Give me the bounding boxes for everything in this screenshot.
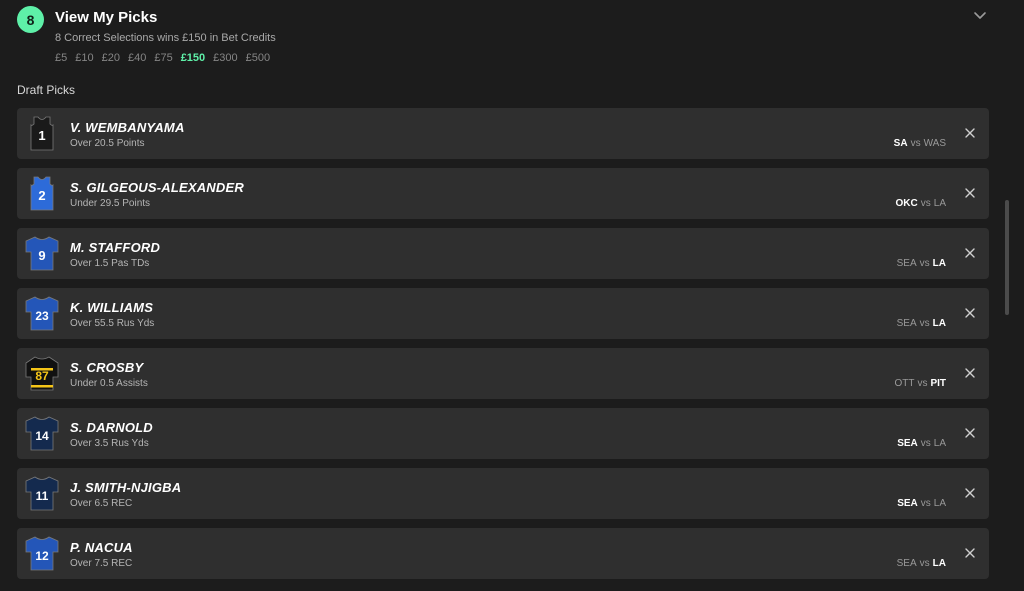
svg-text:12: 12 — [35, 549, 49, 563]
chevron-down-icon[interactable] — [972, 7, 988, 23]
svg-text:9: 9 — [38, 248, 45, 263]
home-team: SEA — [896, 558, 917, 569]
pick-card[interactable]: 11 J. SMITH-NJIGBA Over 6.5 REC SEA vs LA — [17, 468, 989, 519]
player-name: S. CROSBY — [70, 360, 144, 375]
pick-market: Over 3.5 Rus Yds — [70, 438, 149, 449]
svg-text:11: 11 — [36, 489, 49, 503]
matchup: SEA vs LA — [897, 438, 946, 449]
stake-option[interactable]: £5 — [55, 52, 67, 64]
football-jersey-icon: 9 — [25, 236, 59, 271]
away-team: WAS — [923, 138, 946, 149]
svg-text:87: 87 — [35, 369, 49, 383]
vs-label: vs — [919, 558, 930, 569]
stake-option[interactable]: £150 — [181, 52, 205, 64]
away-team: LA — [932, 318, 946, 329]
stake-option[interactable]: £300 — [213, 52, 237, 64]
player-name: V. WEMBANYAMA — [70, 120, 185, 135]
picks-header[interactable]: 8 View My Picks 8 Correct Selections win… — [0, 0, 1024, 76]
close-icon[interactable] — [964, 247, 976, 259]
home-team: OTT — [894, 378, 915, 389]
section-title-draft-picks: Draft Picks — [17, 83, 76, 97]
away-team: LA — [933, 198, 946, 209]
header-subtitle: 8 Correct Selections wins £150 in Bet Cr… — [55, 32, 276, 44]
pick-market: Under 29.5 Points — [70, 198, 151, 209]
svg-text:14: 14 — [35, 429, 49, 443]
close-icon[interactable] — [964, 307, 976, 319]
header-title: View My Picks — [55, 9, 158, 26]
away-team: LA — [933, 438, 946, 449]
pick-card[interactable]: 1 V. WEMBANYAMA Over 20.5 Points SA vs WAS — [17, 108, 989, 159]
matchup: SEA vs LA — [897, 558, 946, 569]
away-team: LA — [932, 558, 946, 569]
svg-text:2: 2 — [38, 188, 45, 203]
pick-list: 1 V. WEMBANYAMA Over 20.5 Points SA vs WAS 2 S.… — [17, 108, 989, 588]
home-team: SA — [893, 138, 908, 149]
pick-market: Over 7.5 REC — [70, 558, 133, 569]
football-jersey-icon: 14 — [25, 416, 59, 451]
vs-label: vs — [920, 498, 931, 509]
pick-market: Over 20.5 Points — [70, 138, 145, 149]
home-team: SEA — [896, 258, 917, 269]
stake-option[interactable]: £20 — [102, 52, 120, 64]
pick-count-badge: 8 — [17, 6, 44, 33]
pick-card[interactable]: 14 S. DARNOLD Over 3.5 Rus Yds SEA vs LA — [17, 408, 989, 459]
matchup: SEA vs LA — [897, 318, 946, 329]
pick-market: Over 6.5 REC — [70, 498, 133, 509]
pick-card[interactable]: 9 M. STAFFORD Over 1.5 Pas TDs SEA vs LA — [17, 228, 989, 279]
player-name: M. STAFFORD — [70, 240, 161, 255]
home-team: OKC — [895, 198, 918, 209]
close-icon[interactable] — [964, 127, 976, 139]
player-name: J. SMITH-NJIGBA — [70, 480, 182, 495]
vs-label: vs — [919, 318, 930, 329]
vs-label: vs — [920, 438, 931, 449]
away-team: LA — [933, 498, 946, 509]
pick-market: Under 0.5 Assists — [70, 378, 148, 389]
stake-option[interactable]: £500 — [246, 52, 270, 64]
basketball-jersey-icon: 2 — [30, 176, 54, 211]
matchup: OKC vs LA — [896, 198, 946, 209]
pick-card[interactable]: 23 K. WILLIAMS Over 55.5 Rus Yds SEA vs LA — [17, 288, 989, 339]
matchup: SEA vs LA — [897, 258, 946, 269]
player-name: S. GILGEOUS-ALEXANDER — [70, 180, 244, 195]
scrollbar-thumb[interactable] — [1005, 200, 1009, 315]
close-icon[interactable] — [964, 427, 976, 439]
basketball-jersey-icon: 1 — [30, 116, 54, 151]
matchup: SEA vs LA — [897, 498, 946, 509]
player-name: S. DARNOLD — [70, 420, 153, 435]
close-icon[interactable] — [964, 487, 976, 499]
football-jersey-icon: 11 — [25, 476, 59, 511]
vs-label: vs — [917, 378, 928, 389]
football-jersey-icon: 12 — [25, 536, 59, 571]
svg-text:1: 1 — [38, 128, 45, 143]
home-team: SEA — [897, 438, 918, 449]
svg-text:23: 23 — [35, 309, 49, 323]
football-jersey-icon: 23 — [25, 296, 59, 331]
home-team: SEA — [896, 318, 917, 329]
pick-card[interactable]: 2 S. GILGEOUS-ALEXANDER Under 29.5 Points O… — [17, 168, 989, 219]
stake-option[interactable]: £10 — [75, 52, 93, 64]
vs-label: vs — [910, 138, 921, 149]
close-icon[interactable] — [964, 367, 976, 379]
pick-market: Over 55.5 Rus Yds — [70, 318, 155, 329]
hockey-jersey-icon: 87 — [25, 356, 59, 391]
vs-label: vs — [919, 258, 930, 269]
home-team: SEA — [897, 498, 918, 509]
stake-options: £5 £10 £20 £40 £75 £150 £300 £500 — [55, 52, 278, 64]
stake-option[interactable]: £40 — [128, 52, 146, 64]
pick-market: Over 1.5 Pas TDs — [70, 258, 150, 269]
pick-card[interactable]: 87 S. CROSBY Under 0.5 Assists OTT vs PIT — [17, 348, 989, 399]
matchup: SA vs WAS — [894, 138, 946, 149]
pick-card[interactable]: 12 P. NACUA Over 7.5 REC SEA vs LA — [17, 528, 989, 579]
away-team: PIT — [930, 378, 946, 389]
player-name: K. WILLIAMS — [70, 300, 154, 315]
matchup: OTT vs PIT — [894, 378, 946, 389]
vs-label: vs — [920, 198, 931, 209]
away-team: LA — [932, 258, 946, 269]
close-icon[interactable] — [964, 547, 976, 559]
player-name: P. NACUA — [70, 540, 133, 555]
close-icon[interactable] — [964, 187, 976, 199]
stake-option[interactable]: £75 — [154, 52, 172, 64]
